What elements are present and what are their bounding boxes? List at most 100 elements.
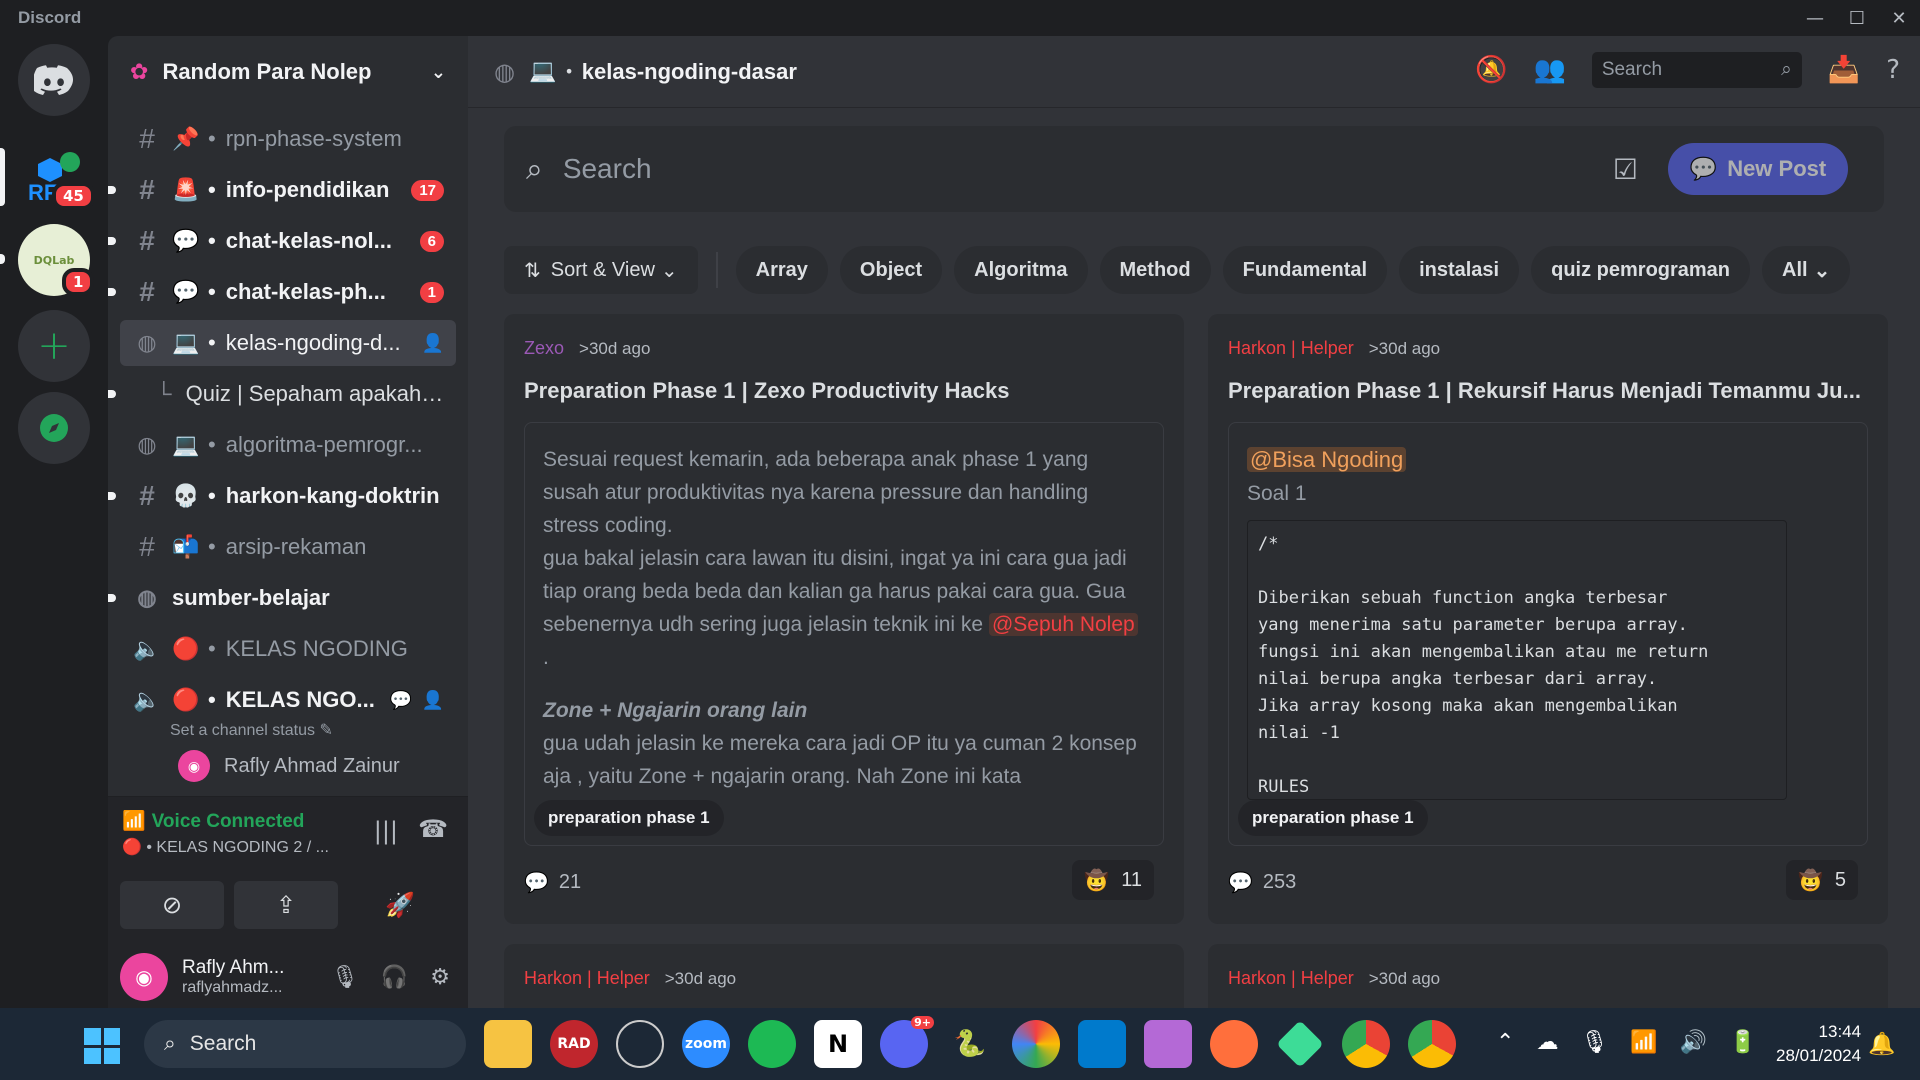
arc-app-icon[interactable] [1210,1020,1258,1068]
tag-object[interactable]: Object [839,246,943,294]
notification-bell-icon[interactable]: 🔔 [1868,1032,1895,1057]
voice-channel-kelas-ngoding[interactable]: 🔈 🔴 • KELAS NGODING [120,626,456,672]
channel-harkon-kang-doktrin[interactable]: # 💀 • harkon-kang-doktrin [108,473,456,519]
server-random-para-nolep[interactable]: RF 45 [18,142,95,214]
forum-post-card[interactable]: Harkon | Helper >30d ago Preparation Pha… [1208,314,1888,924]
help-icon[interactable]: ? [1886,55,1900,85]
zoom-icon[interactable]: zoom [682,1020,730,1068]
activities-button[interactable]: 🚀 [348,881,452,929]
obs-icon[interactable] [616,1020,664,1068]
thread-quiz-sepaham[interactable]: └ Quiz | Sepaham apakah ... [108,371,456,417]
inbox-icon[interactable]: 📥 [1828,55,1860,85]
set-channel-status[interactable]: Set a channel status ✎ [170,720,468,742]
sort-view-button[interactable]: ⇅ Sort & View ⌄ [504,246,698,294]
rad-app-icon[interactable]: RAD [550,1020,598,1068]
volume-icon[interactable]: 🔊 [1680,1030,1707,1055]
forum-post-card[interactable]: Zexo >30d ago Preparation Phase 1 | Zexo… [504,314,1184,924]
chrome-profile-icon[interactable] [1408,1020,1456,1068]
home-button[interactable] [18,44,90,116]
tag-algoritma[interactable]: Algoritma [954,246,1088,294]
member-list-icon[interactable]: 👥 [1533,55,1565,85]
battery-icon[interactable]: 🔋 [1729,1030,1756,1055]
forum-post-card[interactable]: Harkon | Helper >30d ago [504,944,1184,1008]
taskbar-clock[interactable]: 13:44 28/01/2024 [1776,1020,1861,1068]
role-mention[interactable]: @Bisa Ngoding [1247,447,1407,472]
disconnect-icon[interactable]: ☎ [418,815,448,843]
search-input[interactable]: Search ⌕ [1591,52,1802,88]
forum-post-card[interactable]: Harkon | Helper >30d ago [1208,944,1888,1008]
forum-search-bar[interactable]: ⌕ Search ☑ 💬 New Post [504,126,1884,212]
channel-kelas-ngoding-dasar[interactable]: ◍ 💻 • kelas-ngoding-d... 👤 [120,320,456,366]
maximize-button[interactable]: ☐ [1836,0,1878,36]
add-server-button[interactable]: + [18,310,90,382]
new-post-button[interactable]: 💬 New Post [1668,143,1848,195]
minimize-button[interactable]: — [1794,0,1836,36]
voice-channel-kelas-ngoding-2[interactable]: 🔈 🔴 • KELAS NGO... 💬 👤 [120,677,456,723]
chevron-down-icon: ⌄ [1813,259,1831,282]
channel-chat-kelas-phase[interactable]: # 💬 • chat-kelas-ph... 1 [108,269,456,315]
tag-quiz-pemrograman[interactable]: quiz pemrograman [1531,246,1751,294]
tag-method[interactable]: Method [1099,246,1211,294]
channel-name: arsip-rekaman [225,534,367,559]
user-mention[interactable]: @Sepuh Nolep [988,613,1138,636]
windows-start-icon[interactable] [84,1028,120,1064]
tag-instalasi[interactable]: instalasi [1399,246,1520,294]
channel-sumber-belajar[interactable]: ◍ sumber-belajar [108,575,456,621]
spotify-icon[interactable] [748,1020,796,1068]
checklist-icon[interactable]: ☑ [1613,153,1638,186]
vscode-icon[interactable] [1078,1020,1126,1068]
gear-icon[interactable]: ⚙ [430,965,450,990]
channel-info-pendidikan[interactable]: # 🚨 • info-pendidikan 17 [108,167,456,213]
taskbar-apps: RAD zoom N 9+ 🐍 [484,1016,1456,1068]
forum-search-input[interactable]: Search [563,153,1613,185]
share-screen-button[interactable]: ⇪ [234,881,338,929]
onedrive-icon[interactable]: ☁ [1536,1030,1558,1055]
tag-all-dropdown[interactable]: All ⌄ [1762,246,1851,294]
wifi-icon[interactable]: 📶 [1630,1030,1657,1055]
voice-status[interactable]: 📶 Voice Connected [122,809,304,833]
reaction-button[interactable]: 🤠 11 [1072,860,1154,900]
server-header[interactable]: ✿ Random Para Nolep ⌄ [108,36,468,108]
channel-algoritma-pemrograman[interactable]: ◍ 💻 • algoritma-pemrogr... [120,422,456,468]
red-circle-icon: 🔴 [172,687,200,712]
explore-servers-button[interactable] [18,392,90,464]
channel-rpn-phase-system[interactable]: # 📌 • rpn-phase-system [120,116,456,162]
color-app-icon[interactable] [1012,1020,1060,1068]
notion-icon[interactable]: N [814,1020,862,1068]
discord-taskbar-icon[interactable]: 9+ [880,1016,934,1068]
channel-arsip-rekaman[interactable]: # 📬 • arsip-rekaman [120,524,456,570]
voice-channel-link[interactable]: 🔴 • KELAS NGODING 2 / ... [122,837,329,857]
chrome-icon[interactable] [1342,1020,1390,1068]
tag-array[interactable]: Array [735,246,828,294]
reaction-button[interactable]: 🤠 5 [1785,860,1858,900]
post-author[interactable]: Harkon | Helper [1228,338,1354,358]
text-channel-icon: # [139,531,155,562]
chevron-down-icon: ⌄ [660,259,678,282]
taskbar-search[interactable]: ⌕ Search [144,1020,466,1068]
chevron-up-icon[interactable]: ⌃ [1496,1030,1514,1055]
microphone-icon[interactable]: 🎙 [331,965,359,990]
post-author[interactable]: Harkon | Helper [524,968,650,988]
avatar[interactable]: ◉ [120,953,168,1001]
noise-suppression-icon[interactable]: ||| [374,817,398,845]
git-app-icon[interactable] [1276,1020,1324,1068]
headphones-icon[interactable]: 🎧 [381,965,408,990]
channel-chat-kelas-nolep[interactable]: # 💬 • chat-kelas-nol... 6 [108,218,456,264]
camera-off-button[interactable]: ⊘ [120,881,224,929]
post-author[interactable]: Harkon | Helper [1228,968,1354,988]
microphone-icon[interactable]: 🎙 [1580,1030,1608,1055]
mute-notifications-icon[interactable]: 🔕 [1475,55,1507,85]
close-button[interactable]: ✕ [1878,0,1920,36]
post-author[interactable]: Zexo [524,338,564,358]
add-member-icon[interactable]: 👤 [422,333,444,354]
voice-participant[interactable]: ◉ Rafly Ahmad Zainur [178,750,468,782]
razer-icon[interactable]: 🐍 [946,1020,994,1068]
server-dqlab[interactable]: DQLab 1 [18,224,95,296]
add-member-icon[interactable]: 👤 [422,690,444,711]
speaker-icon: 🔈 [133,636,161,661]
video-editor-icon[interactable] [1144,1020,1192,1068]
chat-icon[interactable]: 💬 [390,690,412,711]
text-channel-icon: # [139,225,155,256]
tag-fundamental[interactable]: Fundamental [1222,246,1388,294]
file-explorer-icon[interactable] [484,1020,532,1068]
